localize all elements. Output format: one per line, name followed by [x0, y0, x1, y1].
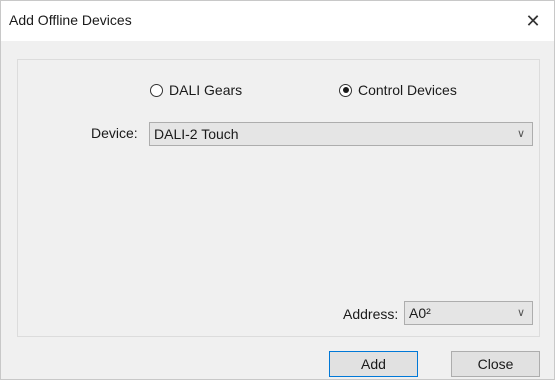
device-label: Device:	[91, 125, 138, 141]
settings-panel: DALI Gears Control Devices Device: DALI-…	[17, 59, 540, 337]
window-title: Add Offline Devices	[9, 12, 132, 28]
add-button[interactable]: Add	[329, 351, 418, 377]
radio-dali-gears[interactable]: DALI Gears	[150, 82, 242, 98]
radio-control-devices-label: Control Devices	[358, 82, 457, 98]
address-select-value: A0²	[409, 305, 431, 321]
radio-dali-gears-indicator[interactable]	[150, 83, 163, 97]
close-button[interactable]: Close	[451, 351, 540, 377]
close-icon[interactable]: ✕	[518, 7, 548, 35]
radio-control-devices[interactable]: Control Devices	[339, 82, 457, 98]
dialog-window: Add Offline Devices ✕ DALI Gears Control…	[0, 0, 555, 380]
device-select[interactable]: DALI-2 Touch ∨	[149, 122, 533, 146]
title-bar: Add Offline Devices ✕	[1, 1, 554, 41]
chevron-down-icon: ∨	[516, 128, 525, 140]
device-select-value: DALI-2 Touch	[154, 126, 239, 142]
radio-dali-gears-label: DALI Gears	[169, 82, 243, 98]
address-select[interactable]: A0² ∨	[404, 301, 533, 325]
chevron-down-icon: ∨	[516, 307, 525, 319]
address-label: Address:	[343, 306, 399, 322]
radio-control-devices-indicator[interactable]	[339, 83, 352, 97]
